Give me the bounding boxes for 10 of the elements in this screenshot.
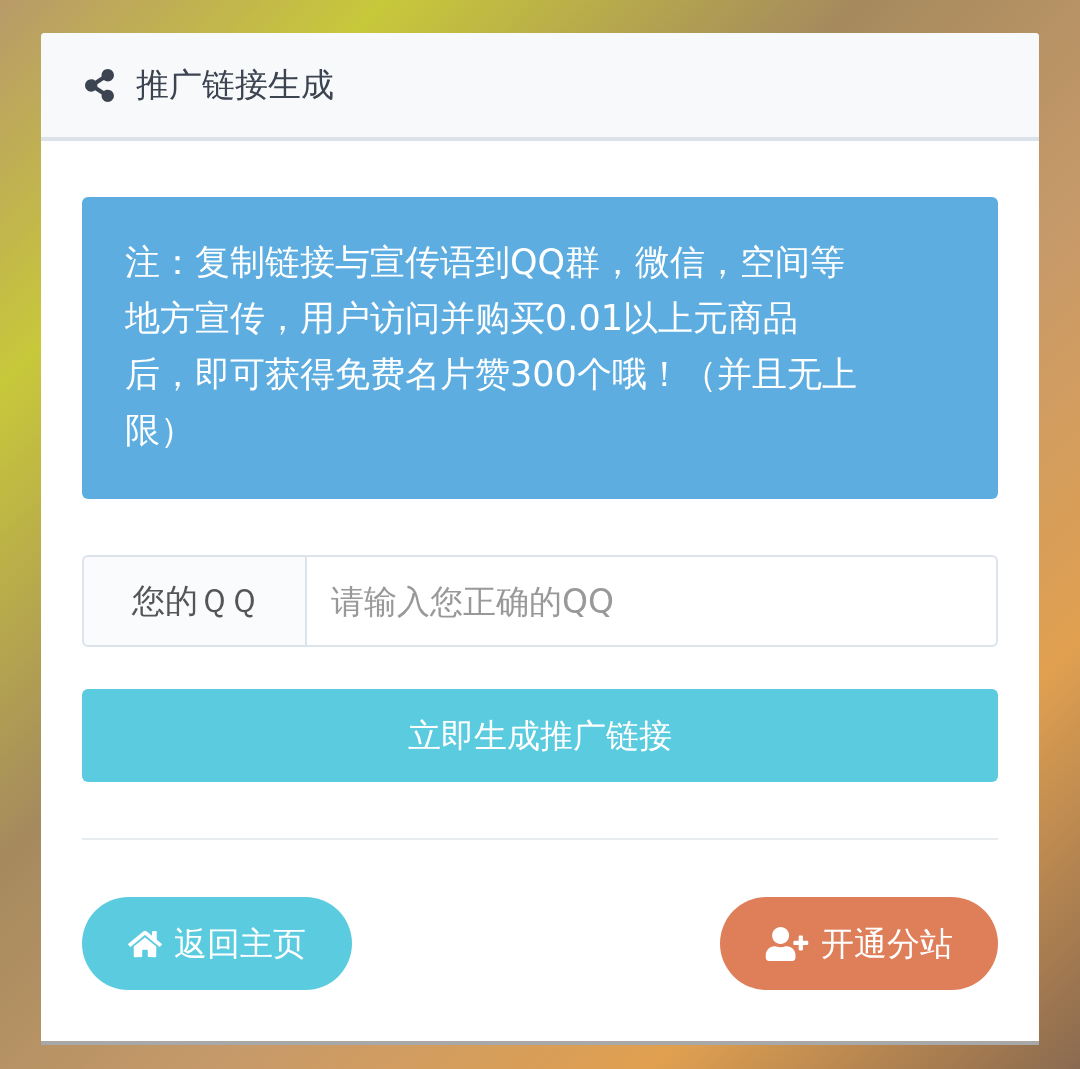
user-plus-icon [765,926,809,961]
card-title: 推广链接生成 [136,64,334,107]
share-icon [83,68,116,102]
generate-link-button[interactable]: 立即生成推广链接 [82,689,998,782]
qq-label: 您的ＱＱ [82,555,307,647]
home-icon [128,928,162,959]
notice-text: 注：复制链接与宣传语到QQ群，微信，空间等地方宣传，用户访问并购买0.01以上元商品后，即可获得免费名片赞300个哦！（并且无上限） [125,241,858,452]
open-substation-button[interactable]: 开通分站 [720,897,998,990]
home-button[interactable]: 返回主页 [82,897,352,990]
qq-input-field[interactable]: 请输入您正确的QQ [307,555,998,647]
